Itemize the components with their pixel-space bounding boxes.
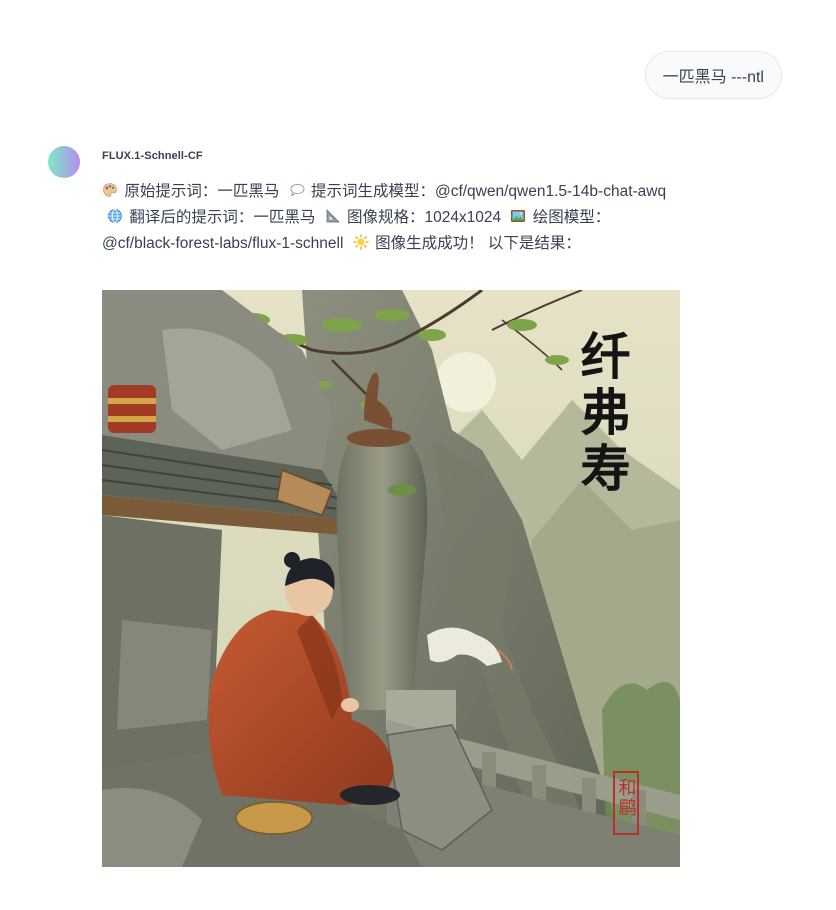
user-message-text: 一匹黑马 ---ntl: [662, 69, 764, 86]
framed-picture-icon: [511, 210, 526, 222]
assistant-avatar: [48, 146, 80, 178]
image-size-text: 图像规格：1024x1024: [346, 209, 502, 226]
triangle-ruler-icon: [326, 209, 340, 223]
seal-text: 和鹛: [616, 778, 637, 818]
translated-prompt-text: 翻译后的提示词：一匹黑马: [129, 209, 316, 226]
speech-bubble-icon: [290, 183, 305, 197]
globe-icon: [108, 209, 122, 223]
assistant-message: 原始提示词：一匹黑马 提示词生成模型：@cf/qwen/qwen1.5-14b-…: [102, 179, 682, 257]
assistant-model-name: FLUX.1-Schnell-CF: [102, 150, 203, 162]
original-prompt-text: 原始提示词：一匹黑马: [124, 183, 280, 200]
prompt-model-text: 提示词生成模型：@cf/qwen/qwen1.5-14b-chat-awq: [310, 183, 667, 200]
generated-image[interactable]: 纤弗寿 和鹛: [102, 290, 680, 867]
user-message-bubble: 一匹黑马 ---ntl: [644, 51, 782, 99]
sun-icon: [352, 234, 369, 250]
success-text: 图像生成成功！ 以下是结果：: [375, 235, 581, 252]
chat-page: 一匹黑马 ---ntl FLUX.1-Schnell-CF 原始提示词：一匹黑马…: [0, 0, 836, 910]
palette-icon: [103, 183, 117, 197]
generated-image-art: 纤弗寿 和鹛: [102, 290, 680, 867]
calligraphy-text: 纤弗寿: [573, 330, 632, 498]
